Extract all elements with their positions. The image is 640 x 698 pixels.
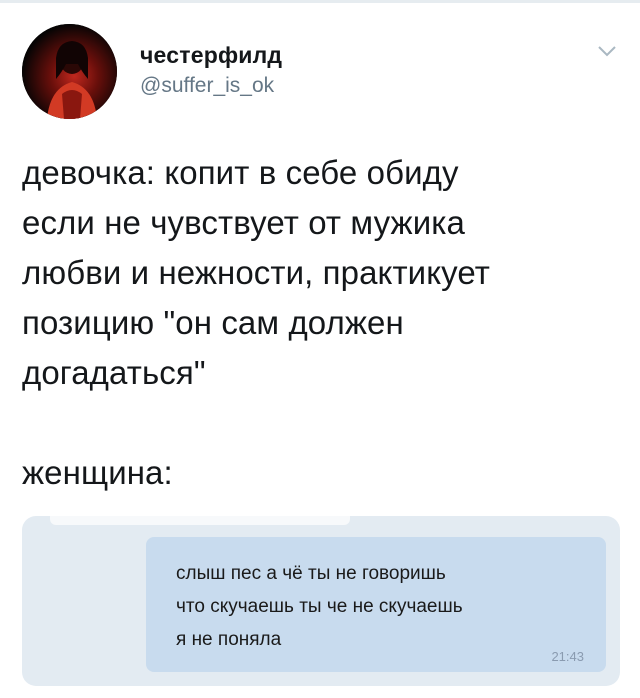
tweet-text: девочка: копит в себе обиду если не чувс…	[22, 154, 490, 491]
previous-message-edge	[50, 516, 350, 525]
message-bubble: слыш пес а чё ты не говоришь что скучаеш…	[146, 537, 606, 672]
author-display-name[interactable]: честерфилд	[140, 41, 282, 69]
top-divider	[0, 0, 640, 3]
message-text: слыш пес а чё ты не говоришь что скучаеш…	[176, 563, 463, 650]
author-handle[interactable]: @suffer_is_ok	[140, 72, 282, 100]
tweet-attached-image[interactable]: слыш пес а чё ты не говоришь что скучаеш…	[22, 516, 620, 686]
message-time: 21:43	[551, 649, 584, 664]
profile-photo-avatar	[22, 24, 117, 119]
chevron-down-icon[interactable]	[596, 42, 618, 60]
tweet-header: честерфилд @suffer_is_ok	[22, 24, 622, 120]
author-info: честерфилд @suffer_is_ok	[140, 41, 282, 100]
avatar[interactable]	[22, 24, 117, 119]
